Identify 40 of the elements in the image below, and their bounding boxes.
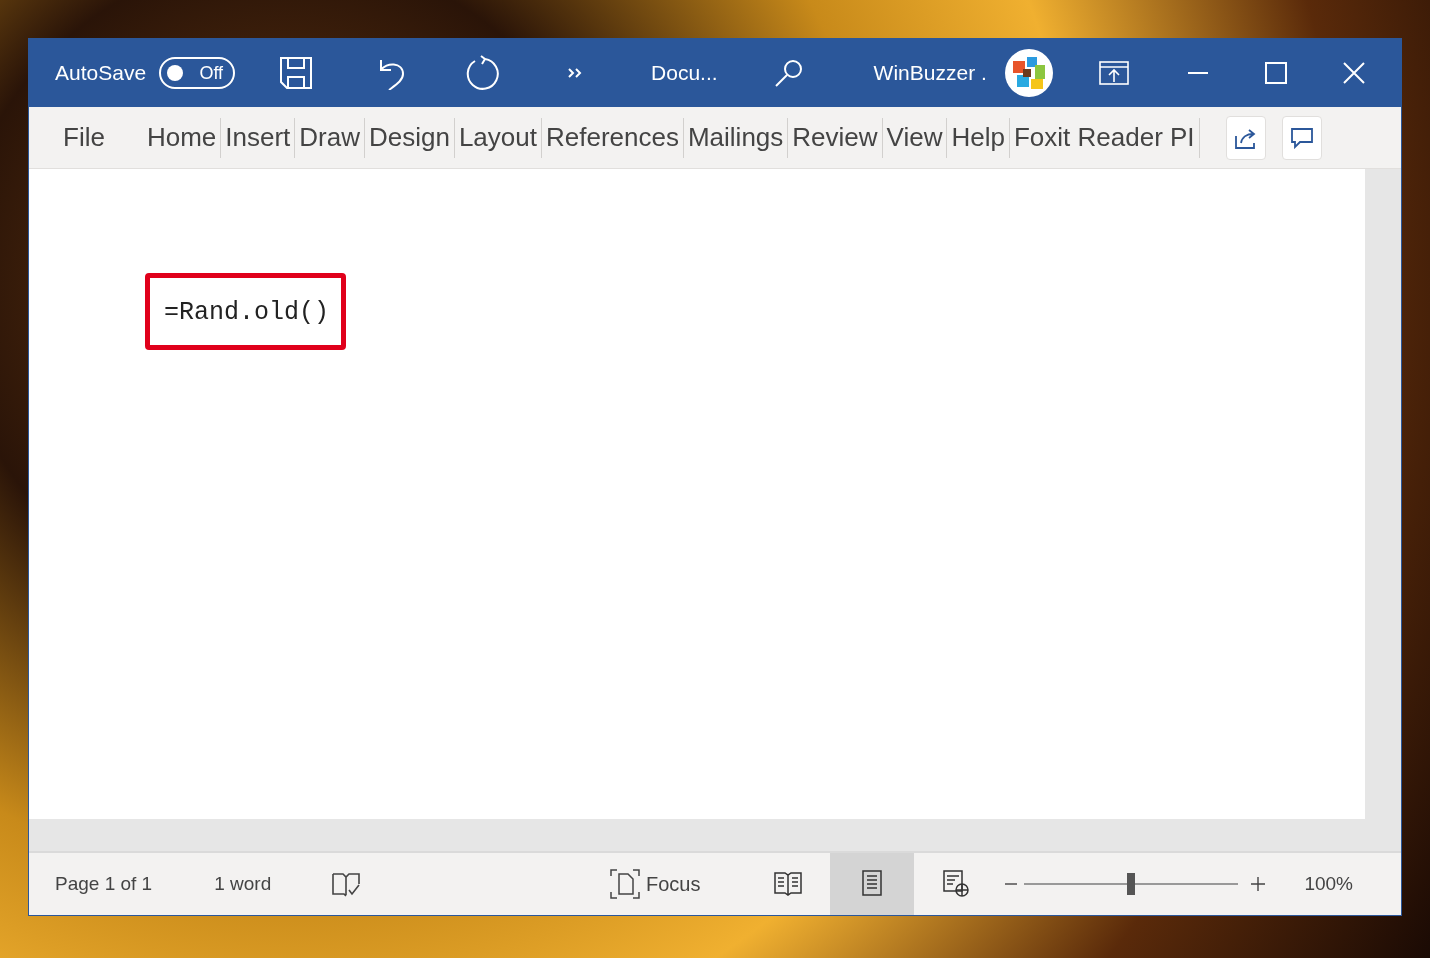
save-icon[interactable]: [279, 56, 314, 90]
more-commands-icon[interactable]: [567, 67, 584, 79]
zoom-slider-thumb[interactable]: [1127, 873, 1136, 895]
maximize-icon[interactable]: [1264, 62, 1287, 84]
redo-icon[interactable]: [465, 55, 502, 91]
ribbon-tab[interactable]: Insert: [221, 122, 295, 153]
ribbon-display-icon[interactable]: [1098, 61, 1129, 85]
word-count[interactable]: 1 word: [214, 873, 272, 895]
comment-icon: [1289, 126, 1314, 149]
share-button[interactable]: [1225, 115, 1266, 160]
book-check-icon[interactable]: [331, 871, 362, 897]
zoom-level[interactable]: 100%: [1304, 873, 1353, 895]
user-name[interactable]: WinBuzzer .: [873, 61, 987, 85]
search-icon[interactable]: [773, 58, 804, 88]
close-icon[interactable]: [1342, 62, 1365, 84]
document-title[interactable]: Docu...: [651, 61, 718, 85]
ribbon-tab[interactable]: Layout: [454, 122, 541, 153]
share-icon: [1233, 126, 1258, 149]
ribbon-tab[interactable]: Review: [788, 122, 882, 153]
document-text: =Rand.old(): [145, 273, 347, 350]
avatar-icon[interactable]: [1004, 49, 1053, 97]
focus-button[interactable]: Focus: [609, 853, 701, 915]
ribbon-tab[interactable]: Draw: [295, 122, 364, 153]
focus-icon: [609, 869, 640, 899]
comments-button[interactable]: [1281, 115, 1322, 160]
ribbon-tab[interactable]: File: [59, 122, 109, 153]
web-view-icon: [941, 869, 972, 899]
ribbon-tab[interactable]: Home: [142, 122, 221, 153]
ribbon-tab[interactable]: Mailings: [683, 122, 788, 153]
read-view-icon: [773, 869, 804, 899]
page-count[interactable]: Page 1 of 1: [55, 873, 153, 895]
zoom-in-icon[interactable]: [1250, 876, 1267, 892]
print-view-button[interactable]: [830, 853, 915, 915]
ribbon-tab[interactable]: View: [882, 122, 947, 153]
ribbon-tab[interactable]: Design: [364, 122, 454, 153]
ribbon-tab[interactable]: Foxit Reader PI: [1009, 122, 1199, 153]
ribbon-tab[interactable]: References: [542, 122, 683, 153]
ribbon-tab[interactable]: Help: [947, 122, 1009, 153]
autosave-label: AutoSave: [55, 61, 147, 85]
autosave-toggle[interactable]: Off: [159, 57, 236, 89]
